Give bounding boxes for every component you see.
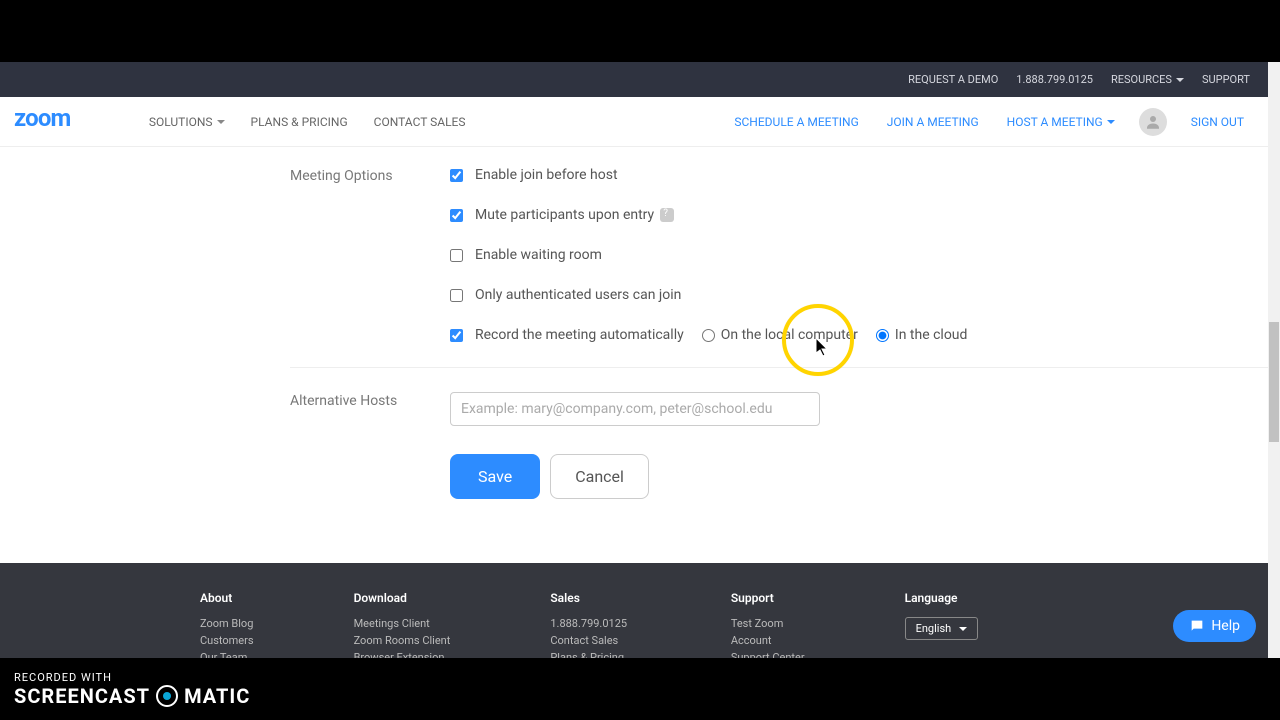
record-automatically-checkbox[interactable] bbox=[450, 329, 463, 342]
footer-link[interactable]: Contact Sales bbox=[550, 634, 630, 647]
chat-icon bbox=[1189, 618, 1205, 634]
request-demo-link[interactable]: REQUEST A DEMO bbox=[908, 73, 998, 86]
footer: About Zoom Blog Customers Our Team Why Z… bbox=[0, 563, 1268, 658]
record-cloud-label: In the cloud bbox=[895, 327, 968, 343]
footer-link[interactable]: Meetings Client bbox=[354, 617, 451, 630]
resources-dropdown[interactable]: RESOURCES bbox=[1111, 73, 1184, 86]
waiting-room-label: Enable waiting room bbox=[475, 247, 602, 263]
recorder-watermark: RECORDED WITH SCREENCAST MATIC bbox=[14, 671, 250, 708]
footer-support: Support Test Zoom Account Support Center… bbox=[731, 591, 805, 658]
footer-link[interactable]: Plans & Pricing bbox=[550, 651, 630, 658]
footer-sales-title: Sales bbox=[550, 591, 630, 605]
record-cloud-radio[interactable] bbox=[876, 329, 889, 342]
footer-link[interactable]: Support Center bbox=[731, 651, 805, 658]
nav-join-meeting[interactable]: JOIN A MEETING bbox=[877, 107, 989, 137]
footer-link[interactable]: Customers bbox=[200, 634, 254, 647]
support-link[interactable]: SUPPORT bbox=[1202, 73, 1250, 86]
user-icon bbox=[1144, 113, 1162, 131]
chevron-down-icon bbox=[1176, 78, 1184, 82]
footer-language-title: Language bbox=[905, 591, 979, 605]
footer-link[interactable]: 1.888.799.0125 bbox=[550, 617, 630, 630]
enable-join-before-host-checkbox[interactable] bbox=[450, 169, 463, 182]
authenticated-users-checkbox[interactable] bbox=[450, 289, 463, 302]
footer-link[interactable]: Test Zoom bbox=[731, 617, 805, 630]
cancel-button[interactable]: Cancel bbox=[550, 454, 649, 499]
language-dropdown[interactable]: English bbox=[905, 617, 979, 640]
scroll-thumb[interactable] bbox=[1269, 322, 1279, 442]
chevron-down-icon bbox=[1107, 120, 1115, 124]
footer-about: About Zoom Blog Customers Our Team Why Z… bbox=[200, 591, 254, 658]
record-local-label: On the local computer bbox=[721, 327, 858, 343]
footer-link[interactable]: Our Team bbox=[200, 651, 254, 658]
save-button[interactable]: Save bbox=[450, 454, 540, 499]
meeting-options-label: Meeting Options bbox=[290, 167, 450, 353]
avatar[interactable] bbox=[1139, 108, 1167, 136]
svg-text:zoom: zoom bbox=[14, 107, 71, 131]
nav-signout[interactable]: SIGN OUT bbox=[1181, 107, 1254, 137]
footer-link[interactable]: Zoom Rooms Client bbox=[354, 634, 451, 647]
nav-host-meeting[interactable]: HOST A MEETING bbox=[997, 107, 1125, 137]
nav-solutions[interactable]: SOLUTIONS bbox=[139, 107, 235, 137]
enable-join-before-host-label: Enable join before host bbox=[475, 167, 618, 183]
nav-schedule-meeting[interactable]: SCHEDULE A MEETING bbox=[724, 107, 868, 137]
scrollbar[interactable] bbox=[1268, 62, 1280, 658]
form-content: Meeting Options Enable join before host … bbox=[0, 147, 1268, 529]
nav-contact[interactable]: CONTACT SALES bbox=[364, 107, 476, 137]
record-local-radio[interactable] bbox=[702, 329, 715, 342]
info-icon[interactable] bbox=[660, 208, 674, 222]
footer-link[interactable]: Account bbox=[731, 634, 805, 647]
record-automatically-label: Record the meeting automatically bbox=[475, 327, 684, 343]
alternative-hosts-input[interactable] bbox=[450, 392, 820, 426]
authenticated-users-label: Only authenticated users can join bbox=[475, 287, 681, 303]
footer-language: Language English bbox=[905, 591, 979, 658]
footer-download: Download Meetings Client Zoom Rooms Clie… bbox=[354, 591, 451, 658]
footer-about-title: About bbox=[200, 591, 254, 605]
utility-bar: REQUEST A DEMO 1.888.799.0125 RESOURCES … bbox=[0, 62, 1268, 97]
waiting-room-checkbox[interactable] bbox=[450, 249, 463, 262]
section-divider bbox=[290, 367, 1268, 368]
footer-support-title: Support bbox=[731, 591, 805, 605]
help-button[interactable]: Help bbox=[1173, 610, 1256, 642]
footer-download-title: Download bbox=[354, 591, 451, 605]
zoom-logo[interactable]: zoom bbox=[14, 105, 117, 138]
main-nav: zoom SOLUTIONS PLANS & PRICING CONTACT S… bbox=[0, 97, 1268, 147]
mute-participants-checkbox[interactable] bbox=[450, 209, 463, 222]
chevron-down-icon bbox=[217, 120, 225, 124]
phone-link[interactable]: 1.888.799.0125 bbox=[1016, 73, 1093, 86]
footer-sales: Sales 1.888.799.0125 Contact Sales Plans… bbox=[550, 591, 630, 658]
alternative-hosts-label: Alternative Hosts bbox=[290, 392, 450, 426]
footer-link[interactable]: Zoom Blog bbox=[200, 617, 254, 630]
chevron-down-icon bbox=[959, 627, 967, 631]
footer-link[interactable]: Browser Extension bbox=[354, 651, 451, 658]
nav-plans[interactable]: PLANS & PRICING bbox=[241, 107, 358, 137]
mute-participants-label: Mute participants upon entry bbox=[475, 207, 654, 223]
